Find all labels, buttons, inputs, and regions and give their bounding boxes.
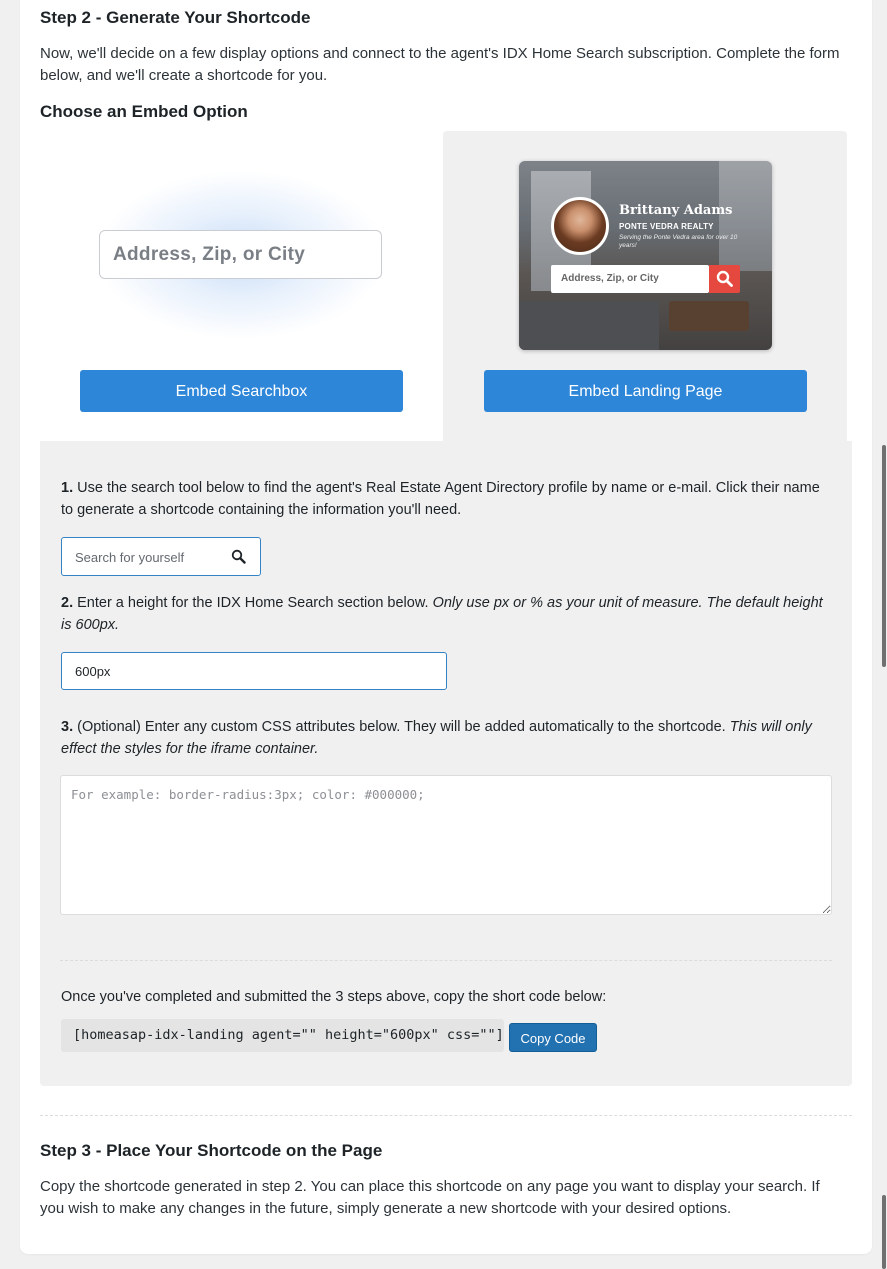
step2-number: 2. [61, 595, 74, 611]
preview-overlay [519, 161, 772, 350]
preview-agent-name: Brittany Adams [619, 203, 733, 218]
step1-number: 1. [61, 480, 74, 496]
search-icon [716, 270, 733, 287]
step3-title: Step 3 - Place Your Shortcode on the Pag… [40, 1141, 383, 1160]
step3-body: Copy the shortcode generated in step 2. … [40, 1178, 820, 1217]
step3-instruction: 3. (Optional) Enter any custom CSS attri… [61, 716, 831, 760]
scrollbar-thumb[interactable] [882, 1195, 886, 1269]
searchbox-preview: Address, Zip, or City [99, 230, 382, 279]
search-icon[interactable] [231, 549, 246, 569]
agent-search-box [61, 537, 261, 577]
step2-text: Enter a height for the IDX Home Search s… [77, 595, 429, 611]
landing-page-preview: Brittany Adams PONTE VEDRA REALTY Servin… [519, 161, 772, 350]
step2-instruction: 2. Enter a height for the IDX Home Searc… [61, 592, 831, 636]
preview-tagline: Serving the Ponte Vedra area for over 10… [619, 234, 738, 249]
copy-code-button[interactable]: Copy Code [509, 1023, 597, 1052]
preview-search-button [709, 265, 740, 293]
step3-number: 3. [61, 719, 74, 735]
step2-title: Step 2 - Generate Your Shortcode [40, 8, 311, 27]
section-divider [40, 1115, 852, 1116]
step3-text: (Optional) Enter any custom CSS attribut… [77, 719, 726, 735]
preview-search-field: Address, Zip, or City [551, 265, 709, 293]
embed-searchbox-button[interactable]: Embed Searchbox [80, 370, 403, 412]
preview-company: PONTE VEDRA REALTY [619, 222, 714, 231]
height-input[interactable] [61, 652, 447, 690]
form-divider [60, 960, 832, 961]
step2-intro: Now, we'll decide on a few display optio… [40, 45, 840, 84]
agent-avatar [551, 197, 609, 255]
step1-text: Use the search tool below to find the ag… [61, 480, 820, 518]
agent-search-input[interactable] [62, 538, 237, 577]
embed-heading: Choose an Embed Option [40, 102, 248, 121]
copy-instruction: Once you've completed and submitted the … [61, 989, 607, 1005]
custom-css-textarea[interactable] [60, 775, 832, 915]
step1-instruction: 1. Use the search tool below to find the… [61, 477, 831, 521]
scrollbar-thumb[interactable] [882, 445, 886, 667]
shortcode-output[interactable]: [homeasap-idx-landing agent="" height="6… [61, 1019, 504, 1052]
embed-landing-page-button[interactable]: Embed Landing Page [484, 370, 807, 412]
